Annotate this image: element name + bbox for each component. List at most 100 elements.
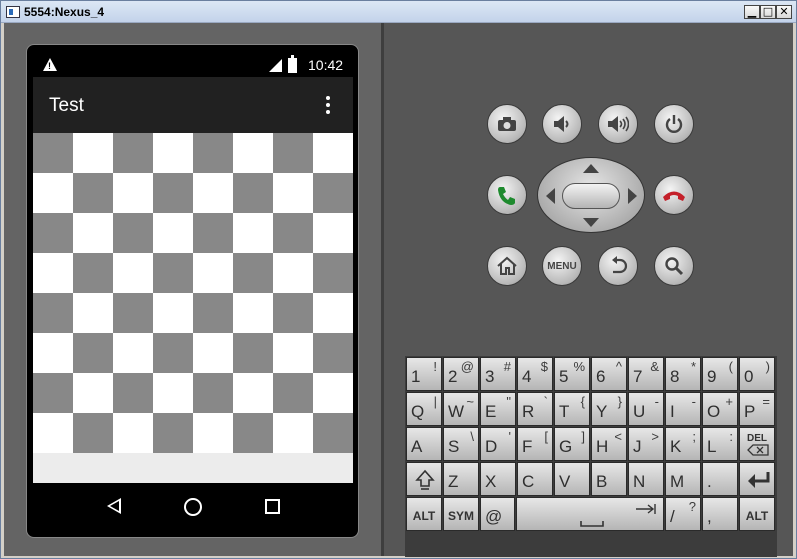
- board-cell[interactable]: [313, 373, 353, 413]
- key-3[interactable]: 3 #: [480, 357, 516, 391]
- board-cell[interactable]: [233, 173, 273, 213]
- board-cell[interactable]: [273, 413, 313, 453]
- key-9[interactable]: 9(: [702, 357, 738, 391]
- board-cell[interactable]: [33, 173, 73, 213]
- board-cell[interactable]: [153, 253, 193, 293]
- volume-down-button[interactable]: [542, 104, 582, 144]
- dpad-down-icon[interactable]: [583, 218, 599, 227]
- board-cell[interactable]: [73, 373, 113, 413]
- nav-back-icon[interactable]: [107, 498, 121, 514]
- key-6[interactable]: 6 ^: [591, 357, 627, 391]
- board-cell[interactable]: [193, 373, 233, 413]
- board-cell[interactable]: [233, 293, 273, 333]
- board-cell[interactable]: [273, 253, 313, 293]
- dpad[interactable]: [537, 157, 645, 233]
- board-cell[interactable]: [273, 293, 313, 333]
- board-cell[interactable]: [153, 413, 193, 453]
- key-G[interactable]: G]: [554, 427, 590, 461]
- nav-home-icon[interactable]: [184, 498, 202, 516]
- board-cell[interactable]: [153, 173, 193, 213]
- board-cell[interactable]: [233, 213, 273, 253]
- more-vert-icon[interactable]: [326, 96, 330, 114]
- home-button[interactable]: [487, 246, 527, 286]
- board-cell[interactable]: [33, 373, 73, 413]
- shift-key[interactable]: [406, 462, 442, 496]
- dpad-up-icon[interactable]: [583, 164, 599, 173]
- board-cell[interactable]: [313, 133, 353, 173]
- board-cell[interactable]: [153, 373, 193, 413]
- back-button[interactable]: [598, 246, 638, 286]
- key-/[interactable]: /?: [665, 497, 701, 531]
- board-cell[interactable]: [73, 333, 113, 373]
- key-T[interactable]: T{: [554, 392, 590, 426]
- board-cell[interactable]: [193, 213, 233, 253]
- board-cell[interactable]: [73, 293, 113, 333]
- board-cell[interactable]: [153, 293, 193, 333]
- volume-up-button[interactable]: [598, 104, 638, 144]
- key-8[interactable]: 8 *: [665, 357, 701, 391]
- key-C[interactable]: C: [517, 462, 553, 496]
- board-cell[interactable]: [193, 413, 233, 453]
- board-cell[interactable]: [313, 293, 353, 333]
- board-cell[interactable]: [193, 133, 233, 173]
- board-cell[interactable]: [273, 133, 313, 173]
- board-cell[interactable]: [313, 333, 353, 373]
- board-cell[interactable]: [33, 213, 73, 253]
- board-cell[interactable]: [273, 333, 313, 373]
- board-cell[interactable]: [33, 133, 73, 173]
- board-cell[interactable]: [113, 213, 153, 253]
- board-cell[interactable]: [313, 213, 353, 253]
- key-N[interactable]: N: [628, 462, 664, 496]
- key-B[interactable]: B: [591, 462, 627, 496]
- enter-key[interactable]: [739, 462, 775, 496]
- dpad-right-icon[interactable]: [628, 188, 637, 204]
- board-cell[interactable]: [193, 253, 233, 293]
- alt-key[interactable]: ALT: [739, 497, 775, 531]
- board-cell[interactable]: [313, 253, 353, 293]
- key-,[interactable]: ,: [702, 497, 738, 531]
- nav-recents-icon[interactable]: [265, 499, 280, 514]
- key-.[interactable]: .: [702, 462, 738, 496]
- board-cell[interactable]: [153, 133, 193, 173]
- close-button[interactable]: ✕: [776, 5, 792, 19]
- key-4[interactable]: 4 $: [517, 357, 553, 391]
- board-cell[interactable]: [33, 333, 73, 373]
- delete-key[interactable]: DEL: [739, 427, 775, 461]
- menu-button[interactable]: MENU: [542, 246, 582, 286]
- call-button[interactable]: [487, 175, 527, 215]
- alt-key[interactable]: ALT: [406, 497, 442, 531]
- key-K[interactable]: K;: [665, 427, 701, 461]
- power-button[interactable]: [654, 104, 694, 144]
- key-X[interactable]: X: [480, 462, 516, 496]
- camera-button[interactable]: [487, 104, 527, 144]
- board-cell[interactable]: [233, 373, 273, 413]
- checkerboard[interactable]: [33, 133, 353, 453]
- key-M[interactable]: M: [665, 462, 701, 496]
- key-Q[interactable]: Q |: [406, 392, 442, 426]
- board-cell[interactable]: [113, 413, 153, 453]
- minimize-button[interactable]: ▁: [744, 5, 760, 19]
- key-2[interactable]: 2 @: [443, 357, 479, 391]
- dpad-left-icon[interactable]: [546, 188, 555, 204]
- board-cell[interactable]: [33, 293, 73, 333]
- key-J[interactable]: J >: [628, 427, 664, 461]
- search-button[interactable]: [654, 246, 694, 286]
- board-cell[interactable]: [233, 413, 273, 453]
- board-cell[interactable]: [233, 253, 273, 293]
- key-1[interactable]: 1!: [406, 357, 442, 391]
- key-I[interactable]: I-: [665, 392, 701, 426]
- board-cell[interactable]: [273, 373, 313, 413]
- key-O[interactable]: O +: [702, 392, 738, 426]
- key-@[interactable]: @: [480, 497, 515, 531]
- board-cell[interactable]: [113, 173, 153, 213]
- board-cell[interactable]: [113, 373, 153, 413]
- board-cell[interactable]: [73, 413, 113, 453]
- board-cell[interactable]: [193, 293, 233, 333]
- board-cell[interactable]: [73, 173, 113, 213]
- board-cell[interactable]: [113, 333, 153, 373]
- board-cell[interactable]: [33, 253, 73, 293]
- board-cell[interactable]: [273, 213, 313, 253]
- key-S[interactable]: S \: [443, 427, 479, 461]
- key-D[interactable]: D ': [480, 427, 516, 461]
- board-cell[interactable]: [273, 173, 313, 213]
